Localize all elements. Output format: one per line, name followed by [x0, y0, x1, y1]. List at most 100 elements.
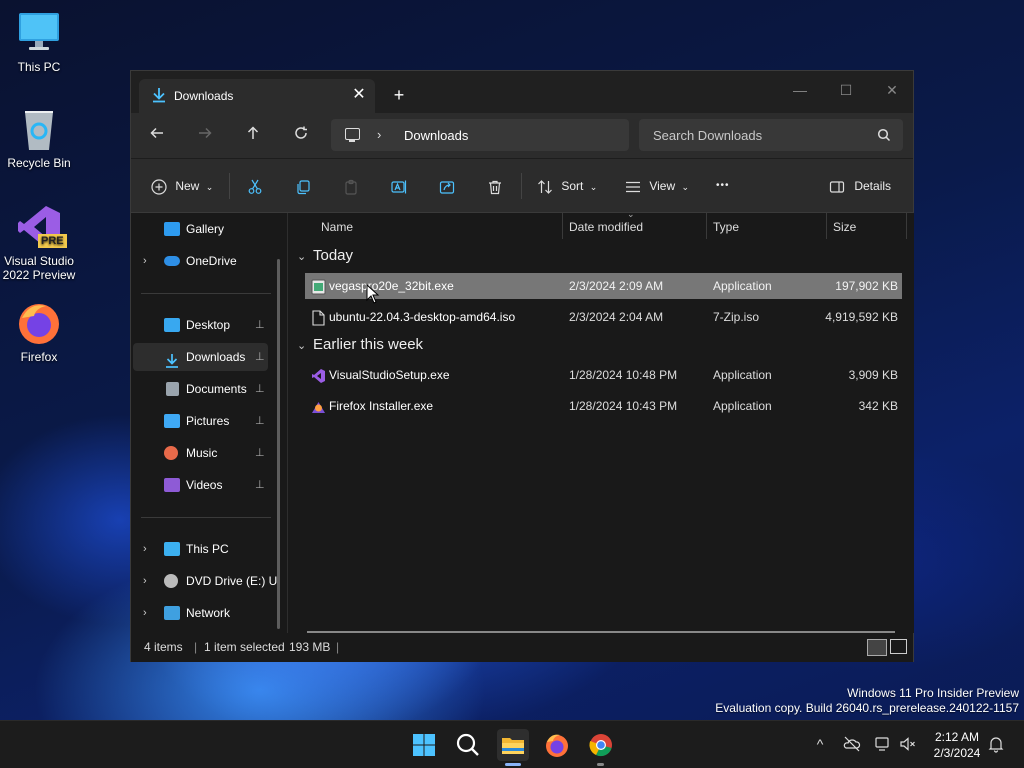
- breadcrumb-chevron-icon[interactable]: ›: [377, 127, 381, 142]
- sidebar-item-downloads[interactable]: Downloads ⊥: [133, 343, 268, 371]
- search-box[interactable]: [639, 119, 903, 151]
- tab-downloads[interactable]: Downloads ✕: [139, 79, 375, 113]
- sidebar-item-gallery[interactable]: Gallery: [133, 215, 268, 243]
- search-button[interactable]: [452, 729, 484, 761]
- search-input[interactable]: [653, 126, 863, 144]
- dvd-drive-icon: [164, 574, 178, 588]
- column-divider[interactable]: [906, 213, 907, 239]
- sidebar-item-music[interactable]: Music ⊥: [133, 439, 268, 467]
- start-button[interactable]: [408, 729, 440, 761]
- column-header-name[interactable]: Name: [321, 213, 353, 241]
- sidebar-item-desktop[interactable]: Desktop ⊥: [133, 311, 268, 339]
- forward-button[interactable]: [194, 125, 216, 147]
- expand-chevron-icon[interactable]: ›: [143, 567, 147, 595]
- clock[interactable]: 2:12 AM 2/3/2024: [926, 729, 988, 761]
- desktop-icon-visual-studio[interactable]: PRE Visual Studio 2022 Preview: [0, 204, 78, 282]
- group-header-today[interactable]: ⌄ Today: [297, 247, 353, 264]
- this-pc-icon: [164, 542, 180, 556]
- sidebar-item-network[interactable]: › Network: [133, 599, 268, 627]
- file-row-visualstudiosetup[interactable]: VisualStudioSetup.exe 1/28/2024 10:48 PM…: [305, 362, 902, 388]
- iso-file-icon: [311, 309, 326, 326]
- expand-chevron-icon[interactable]: ›: [143, 247, 147, 275]
- new-icon: [151, 179, 167, 195]
- breadcrumb-downloads[interactable]: Downloads: [404, 128, 468, 143]
- details-pane-button[interactable]: Details: [829, 175, 891, 197]
- desktop-icon-firefox[interactable]: Firefox: [0, 300, 78, 364]
- minimize-button[interactable]: —: [777, 75, 823, 105]
- sidebar-item-label: Gallery: [186, 222, 225, 236]
- address-bar[interactable]: › Downloads: [331, 119, 629, 151]
- column-divider[interactable]: [826, 213, 827, 239]
- sidebar-scrollbar[interactable]: [277, 259, 280, 629]
- view-button[interactable]: View ⌄: [625, 175, 689, 197]
- desktop-icon-recycle-bin[interactable]: Recycle Bin: [0, 106, 78, 170]
- up-button[interactable]: [242, 125, 264, 147]
- onedrive-offline-icon[interactable]: [843, 735, 861, 753]
- show-hidden-icons-button[interactable]: ^: [811, 735, 829, 753]
- music-icon: [164, 446, 178, 460]
- refresh-button[interactable]: [290, 125, 312, 147]
- search-icon[interactable]: [877, 128, 891, 142]
- rename-button[interactable]: [391, 175, 407, 197]
- sidebar-item-documents[interactable]: Documents ⊥: [133, 375, 268, 403]
- group-header-earlier-this-week[interactable]: ⌄ Earlier this week: [297, 336, 423, 353]
- notification-bell-icon[interactable]: [987, 735, 1005, 753]
- desktop-icon-this-pc[interactable]: This PC: [0, 10, 78, 74]
- file-row-ubuntu-iso[interactable]: ubuntu-22.04.3-desktop-amd64.iso 2/3/202…: [305, 304, 902, 330]
- watermark-line-1: Windows 11 Pro Insider Preview: [847, 686, 1019, 700]
- sidebar-item-this-pc[interactable]: › This PC: [133, 535, 268, 563]
- column-header-size[interactable]: Size: [833, 213, 856, 241]
- sort-icon: [538, 179, 552, 194]
- file-row-vegaspro[interactable]: vegaspro20e_32bit.exe 2/3/2024 2:09 AM A…: [305, 273, 902, 299]
- delete-button[interactable]: [487, 175, 503, 197]
- new-button[interactable]: New ⌄: [151, 175, 213, 197]
- desktop-icon-label: Firefox: [20, 350, 58, 364]
- network-icon[interactable]: [874, 735, 892, 753]
- sidebar-item-label: Documents: [186, 382, 247, 396]
- sidebar-item-pictures[interactable]: Pictures ⊥: [133, 407, 268, 435]
- sidebar-item-dvd-drive[interactable]: › DVD Drive (E:) U: [133, 567, 277, 595]
- back-button[interactable]: [146, 125, 168, 147]
- desktop-icon-label: This PC: [17, 60, 61, 74]
- details-pane-icon: [829, 181, 845, 193]
- sidebar-item-label: OneDrive: [186, 254, 237, 268]
- share-button[interactable]: [439, 175, 455, 197]
- file-row-firefox-installer[interactable]: Firefox Installer.exe 1/28/2024 10:43 PM…: [305, 393, 902, 419]
- expand-chevron-icon[interactable]: ›: [143, 535, 147, 563]
- chrome-taskbar-button[interactable]: [585, 729, 617, 761]
- firefox-taskbar-button[interactable]: [541, 729, 573, 761]
- copy-button[interactable]: [295, 175, 311, 197]
- column-header-type[interactable]: Type: [713, 213, 739, 241]
- file-size: 3,909 KB: [848, 368, 898, 382]
- maximize-button[interactable]: ☐: [823, 75, 869, 105]
- column-divider[interactable]: [706, 213, 707, 239]
- column-divider[interactable]: [562, 213, 563, 239]
- file-explorer-taskbar-button[interactable]: [497, 729, 529, 761]
- tab-close-button[interactable]: ✕: [349, 85, 369, 105]
- search-icon: [456, 733, 479, 756]
- forward-arrow-icon: [199, 127, 212, 139]
- recycle-bin-icon: [16, 106, 62, 152]
- sidebar-item-onedrive[interactable]: › OneDrive: [133, 247, 268, 275]
- sort-indicator-icon: ⌄: [627, 209, 635, 219]
- expand-chevron-icon[interactable]: ›: [143, 599, 147, 627]
- sort-button[interactable]: Sort ⌄: [537, 175, 597, 197]
- desktop-icon: [164, 318, 180, 332]
- details-view-button[interactable]: [867, 639, 887, 656]
- chevron-down-icon: ⌄: [589, 182, 598, 192]
- paste-icon: [345, 179, 357, 195]
- pictures-icon: [164, 414, 180, 428]
- volume-muted-icon[interactable]: [899, 735, 917, 753]
- file-date: 2/3/2024 2:04 AM: [569, 310, 664, 324]
- running-app-indicator: [597, 763, 604, 766]
- sidebar-item-label: Videos: [186, 478, 223, 492]
- refresh-icon: [295, 126, 307, 139]
- close-button[interactable]: ✕: [869, 75, 915, 105]
- paste-button[interactable]: [343, 175, 359, 197]
- more-options-button[interactable]: •••: [716, 175, 730, 197]
- tiles-view-button[interactable]: [890, 639, 907, 654]
- new-tab-button[interactable]: +: [389, 85, 409, 105]
- cut-button[interactable]: [247, 175, 263, 197]
- navigation-pane: Gallery › OneDrive Desktop ⊥ Downloads ⊥…: [131, 213, 288, 633]
- sidebar-item-videos[interactable]: Videos ⊥: [133, 471, 268, 499]
